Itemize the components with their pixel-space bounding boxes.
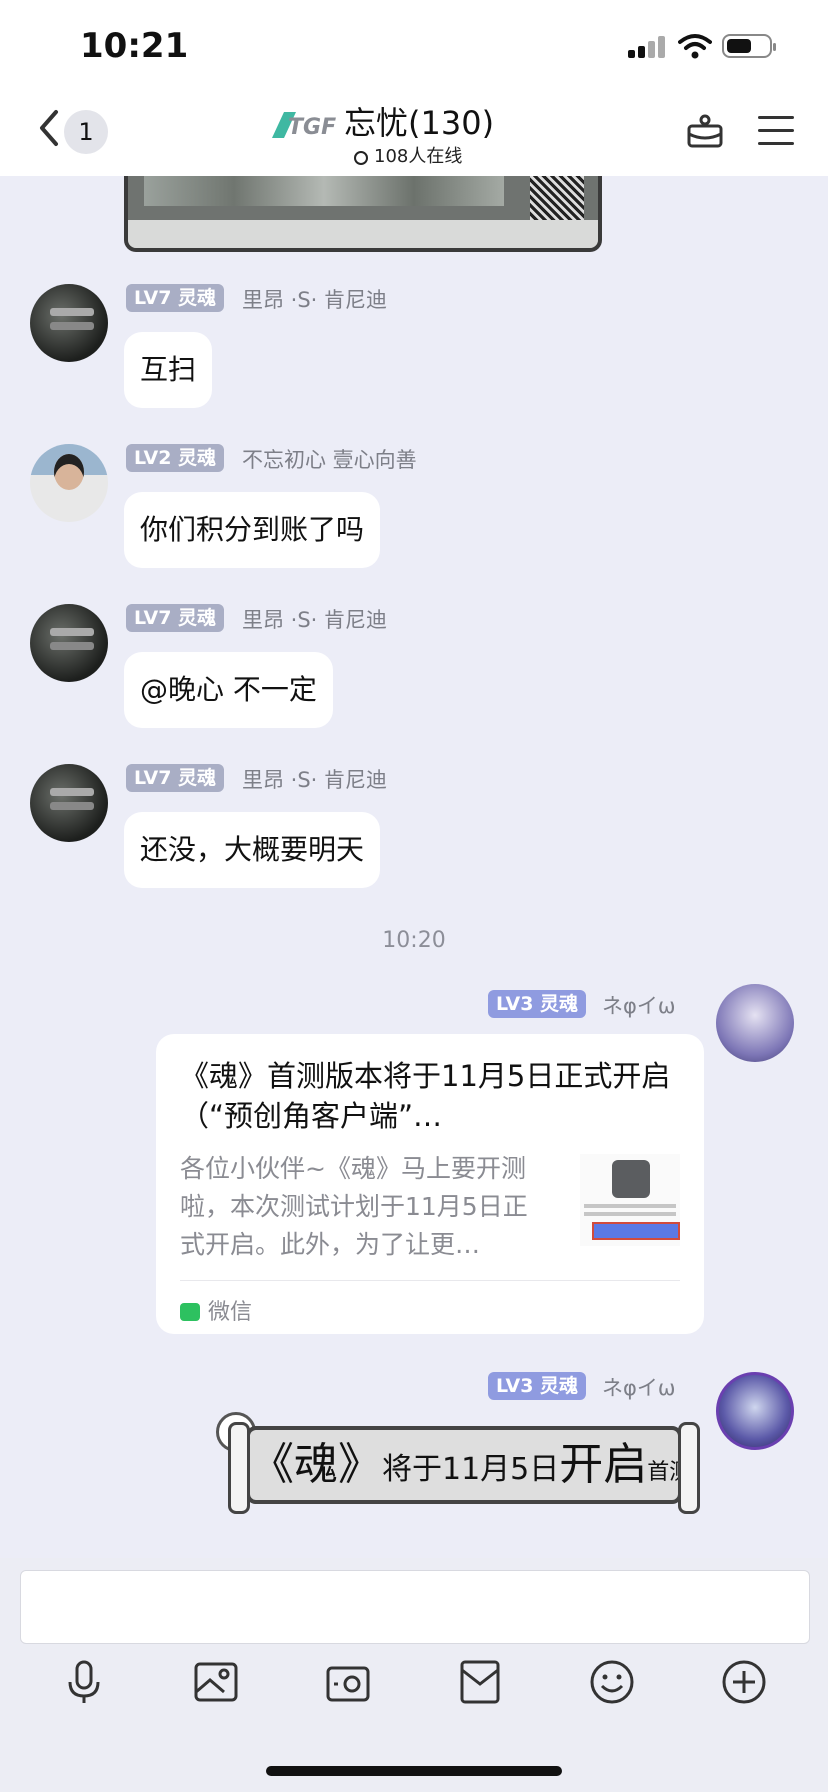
- online-count: 108人在线: [354, 142, 462, 168]
- sender-name[interactable]: 里昂 ·S· 肯尼迪: [242, 764, 387, 794]
- sender-name[interactable]: 不忘初心 壹心向善: [242, 444, 417, 474]
- link-card-description: 各位小伙伴~《魂》马上要开测啦，本次测试计划于11月5日正式开启。此外，为了让更…: [180, 1154, 528, 1259]
- avatar[interactable]: [30, 444, 108, 522]
- level-badge: LV7 灵魂: [126, 764, 225, 792]
- status-bar: 10:21: [0, 0, 828, 88]
- message-bubble[interactable]: @晚心 不一定: [124, 652, 333, 728]
- message-input[interactable]: [20, 1570, 810, 1644]
- message-bubble[interactable]: 还没，大概要明天: [124, 812, 381, 888]
- time-separator: 10:20: [382, 928, 446, 953]
- online-status-icon: [354, 151, 368, 165]
- level-badge: LV7 灵魂: [126, 284, 225, 312]
- menu-icon[interactable]: [758, 116, 794, 146]
- message-bubble[interactable]: 你们积分到账了吗: [124, 492, 381, 568]
- status-time: 10:21: [80, 26, 189, 66]
- input-area: [0, 1558, 828, 1792]
- battery-icon: [722, 34, 776, 58]
- sticker-message[interactable]: 《魂》将于11月5日开启首测: [210, 1412, 716, 1518]
- link-card-title: 《魂》首测版本将于11月5日正式开启（“预创角客户端”…: [180, 1059, 671, 1133]
- level-badge: LV3 灵魂: [488, 990, 587, 1018]
- level-badge: LV7 灵魂: [126, 604, 225, 632]
- avatar[interactable]: [30, 604, 108, 682]
- level-badge: LV2 灵魂: [126, 444, 225, 472]
- avatar[interactable]: [30, 284, 108, 362]
- sender-name[interactable]: ネφイω: [602, 990, 675, 1020]
- sender-name[interactable]: 里昂 ·S· 肯尼迪: [242, 284, 387, 314]
- group-title[interactable]: 忘忧(130): [344, 98, 494, 144]
- chat-header: 1 TGF 忘忧(130) 108人在线: [0, 88, 828, 176]
- svg-text:TGF: TGF: [288, 115, 336, 140]
- wechat-icon: [180, 1303, 200, 1321]
- photo-icon[interactable]: [192, 1658, 240, 1706]
- wifi-icon: [678, 34, 712, 59]
- emoji-icon[interactable]: [588, 1658, 636, 1706]
- cellular-signal-icon: [628, 36, 668, 58]
- back-chevron-icon[interactable]: [34, 108, 68, 148]
- sender-name[interactable]: ネφイω: [602, 1372, 675, 1402]
- gift-box-icon[interactable]: [686, 112, 724, 150]
- group-logo: TGF: [272, 112, 336, 140]
- level-badge: LV3 灵魂: [488, 1372, 587, 1400]
- link-card[interactable]: 《魂》首测版本将于11月5日正式开启（“预创角客户端”… 各位小伙伴~《魂》马上…: [156, 1034, 704, 1334]
- sticker-text: 《魂》将于11月5日开启首测: [250, 1439, 692, 1490]
- mail-icon[interactable]: [456, 1658, 504, 1706]
- link-card-source: 微信: [180, 1294, 252, 1326]
- qr-code-image: [530, 176, 584, 224]
- microphone-icon[interactable]: [60, 1658, 108, 1706]
- link-card-thumbnail: [580, 1154, 680, 1246]
- plus-icon[interactable]: [720, 1658, 768, 1706]
- image-message[interactable]: [124, 176, 602, 252]
- sticker-scroll: 《魂》将于11月5日开启首测: [228, 1422, 700, 1514]
- unread-count-badge[interactable]: 1: [64, 110, 108, 154]
- avatar[interactable]: [716, 1372, 794, 1450]
- avatar[interactable]: [30, 764, 108, 842]
- camera-icon[interactable]: [324, 1658, 372, 1706]
- sender-name[interactable]: 里昂 ·S· 肯尼迪: [242, 604, 387, 634]
- message-bubble[interactable]: 互扫: [124, 332, 213, 408]
- avatar[interactable]: [716, 984, 794, 1062]
- home-indicator: [266, 1766, 562, 1776]
